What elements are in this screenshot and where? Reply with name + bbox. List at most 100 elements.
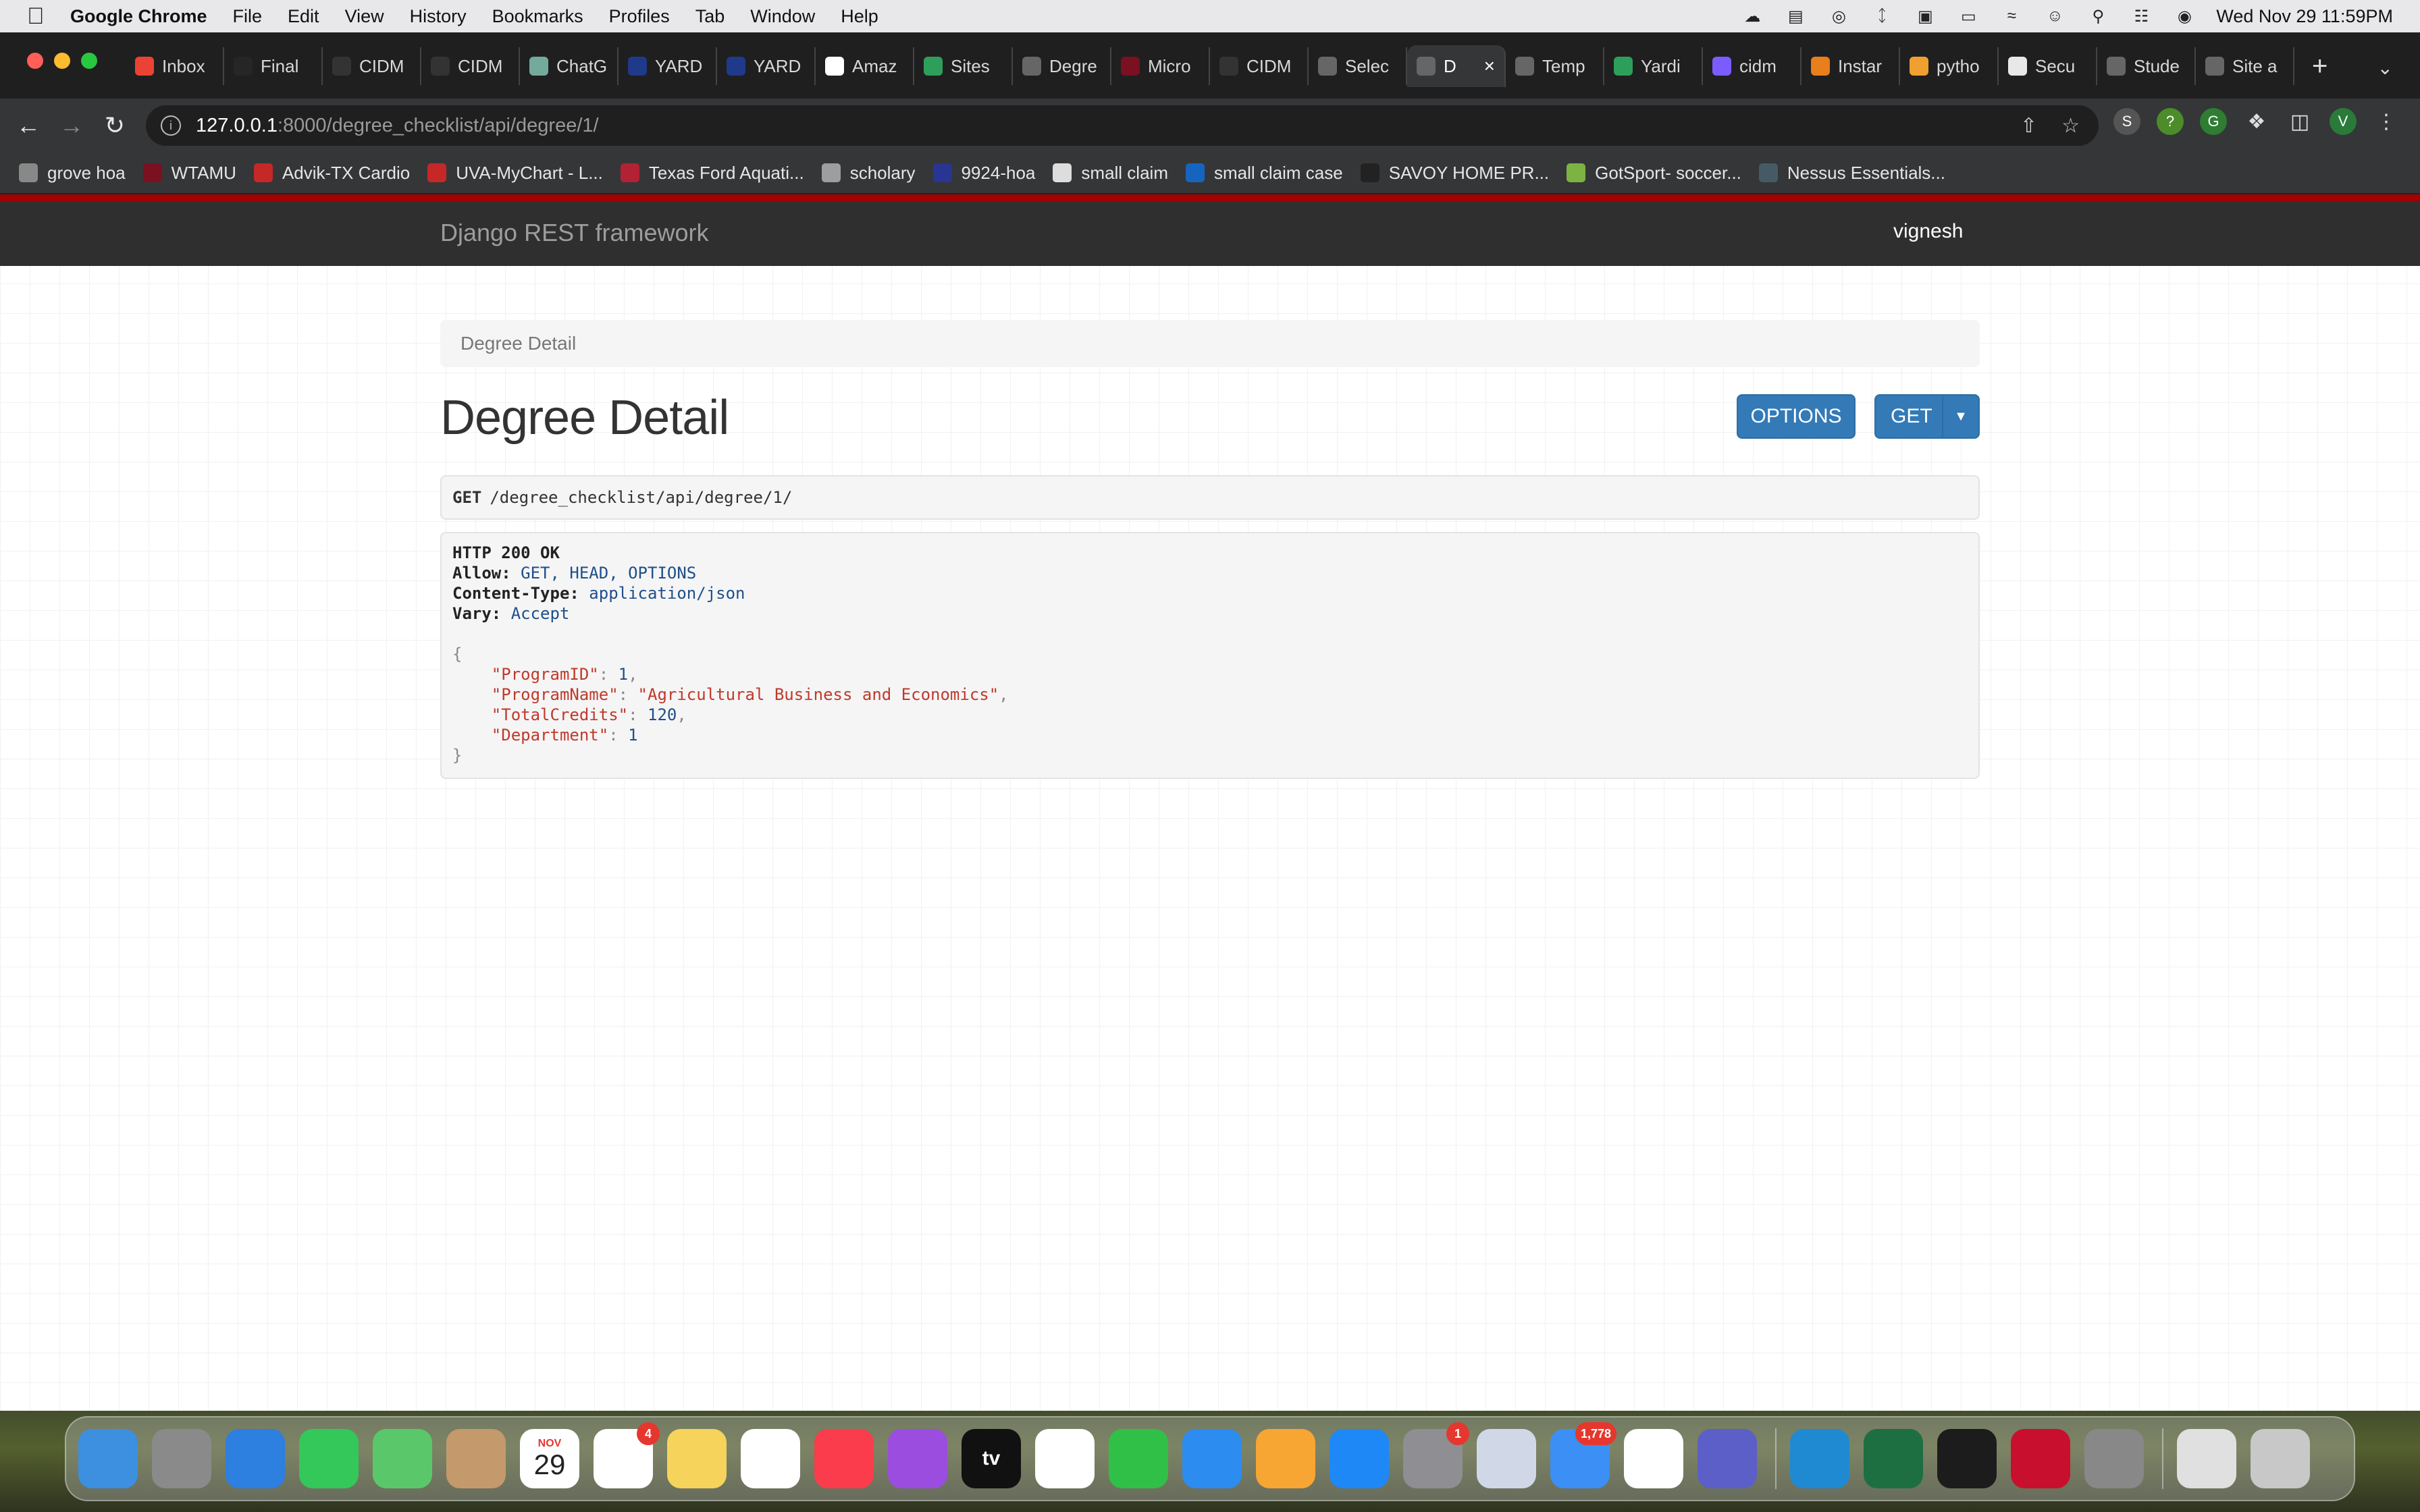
get-button[interactable]: GET ▼: [1874, 394, 1980, 439]
tab-search-chevron-icon[interactable]: ⌄: [2377, 57, 2393, 79]
browser-tab[interactable]: CIDM: [323, 47, 421, 85]
browser-tab[interactable]: cidm: [1703, 47, 1801, 85]
minimize-window-button[interactable]: [54, 53, 70, 69]
creative-cloud-icon[interactable]: ☁: [1741, 7, 1764, 26]
menu-profiles[interactable]: Profiles: [609, 6, 670, 27]
browser-tab[interactable]: Secu: [1999, 47, 2097, 85]
bookmark-item[interactable]: small claim case: [1185, 163, 1343, 184]
bookmark-item[interactable]: UVA-MyChart - L...: [427, 163, 603, 184]
tv-icon[interactable]: tv: [962, 1429, 1021, 1488]
airdrop-icon[interactable]: ◎: [1827, 7, 1850, 26]
reload-icon[interactable]: ↻: [93, 111, 136, 140]
keynote-icon[interactable]: [1182, 1429, 1242, 1488]
battery-meter-icon[interactable]: ▤: [1784, 7, 1807, 26]
user-icon[interactable]: ☺: [2043, 7, 2066, 25]
browser-tab[interactable]: YARD: [717, 47, 816, 85]
news-icon[interactable]: [1035, 1429, 1095, 1488]
menu-file[interactable]: File: [233, 6, 263, 27]
extension-help-icon[interactable]: ?: [2157, 108, 2184, 135]
bookmark-item[interactable]: grove hoa: [19, 163, 126, 184]
control-center-icon[interactable]: ☷: [2130, 7, 2153, 26]
bookmark-item[interactable]: WTAMU: [142, 163, 236, 184]
browser-tab[interactable]: Site a: [2196, 47, 2294, 85]
chrome-menu-icon[interactable]: ⋮: [2373, 108, 2400, 135]
menu-app-name[interactable]: Google Chrome: [70, 6, 207, 27]
keychain-icon[interactable]: [2084, 1429, 2144, 1488]
browser-tab[interactable]: Degre: [1013, 47, 1111, 85]
profile-avatar[interactable]: V: [2330, 108, 2357, 135]
menubar-clock[interactable]: Wed Nov 29 11:59PM: [2216, 6, 2393, 27]
bookmark-item[interactable]: Texas Ford Aquati...: [620, 163, 804, 184]
extension-grammarly-icon[interactable]: G: [2200, 108, 2227, 135]
browser-tab[interactable]: YARD: [619, 47, 717, 85]
new-tab-plus-icon[interactable]: +: [2312, 51, 2327, 82]
browser-tab[interactable]: Inbox: [126, 47, 224, 85]
browser-tab[interactable]: Amaz: [816, 47, 914, 85]
acrobat-icon[interactable]: [2011, 1429, 2070, 1488]
browser-tab[interactable]: CIDM: [421, 47, 520, 85]
browser-tab[interactable]: Stude: [2097, 47, 2196, 85]
share-icon[interactable]: ⇧: [2020, 114, 2037, 138]
menu-help[interactable]: Help: [841, 6, 878, 27]
browser-tab[interactable]: Micro: [1111, 47, 1210, 85]
apple-menu-icon[interactable]: : [27, 0, 47, 32]
extension-s-icon[interactable]: S: [2113, 108, 2140, 135]
chrome-icon[interactable]: [1624, 1429, 1683, 1488]
pages-icon[interactable]: [1256, 1429, 1315, 1488]
numbers-icon[interactable]: [1109, 1429, 1168, 1488]
browser-tab[interactable]: Instar: [1801, 47, 1900, 85]
teams-icon[interactable]: [1698, 1429, 1757, 1488]
bookmark-item[interactable]: SAVOY HOME PR...: [1360, 163, 1549, 184]
browser-tab[interactable]: Final: [224, 47, 323, 85]
battery-icon[interactable]: ▭: [1957, 7, 1980, 26]
browser-tab[interactable]: Yardi: [1604, 47, 1703, 85]
reminders-icon[interactable]: 4: [594, 1422, 660, 1488]
contacts-icon[interactable]: [446, 1429, 506, 1488]
extensions-puzzle-icon[interactable]: ❖: [2243, 108, 2270, 135]
spotlight-search-icon[interactable]: ⚲: [2086, 7, 2109, 26]
maps-icon[interactable]: [373, 1429, 432, 1488]
archive-icon[interactable]: [2177, 1429, 2236, 1488]
address-bar[interactable]: i 127.0.0.1 :8000/degree_checklist/api/d…: [146, 105, 2099, 146]
bookmark-item[interactable]: Advik-TX Cardio: [253, 163, 410, 184]
music-icon[interactable]: [814, 1429, 874, 1488]
bookmark-item[interactable]: 9924-hoa: [932, 163, 1035, 184]
bookmark-item[interactable]: scholary: [821, 163, 916, 184]
close-window-button[interactable]: [27, 53, 43, 69]
get-format-dropdown-caret-icon[interactable]: ▼: [1942, 396, 1978, 437]
menu-edit[interactable]: Edit: [288, 6, 319, 27]
menu-history[interactable]: History: [410, 6, 467, 27]
freeform-icon[interactable]: [741, 1429, 800, 1488]
siri-icon[interactable]: ◉: [2173, 7, 2196, 26]
excel-icon[interactable]: [1864, 1429, 1923, 1488]
bookmark-item[interactable]: GotSport- soccer...: [1567, 163, 1741, 184]
preview-icon[interactable]: [1477, 1429, 1536, 1488]
podcasts-icon[interactable]: [888, 1429, 947, 1488]
facetime-icon[interactable]: [299, 1429, 359, 1488]
bookmark-item[interactable]: small claim: [1053, 163, 1168, 184]
menu-tab[interactable]: Tab: [695, 6, 725, 27]
close-tab-icon[interactable]: ×: [1484, 55, 1495, 77]
bookmark-star-icon[interactable]: ☆: [2061, 114, 2080, 138]
site-info-icon[interactable]: i: [161, 115, 181, 136]
mail-icon[interactable]: 1,778: [1550, 1422, 1616, 1488]
bookmark-item[interactable]: Nessus Essentials...: [1758, 163, 1945, 184]
forward-arrow-icon[interactable]: →: [50, 111, 93, 140]
launchpad-icon[interactable]: [152, 1429, 211, 1488]
drf-user-menu[interactable]: vignesh: [1893, 220, 1963, 243]
menu-window[interactable]: Window: [750, 6, 815, 27]
zoom-window-button[interactable]: [81, 53, 97, 69]
browser-tab[interactable]: D ×: [1407, 45, 1506, 87]
browser-tab[interactable]: Selec: [1309, 47, 1407, 85]
menu-bookmarks[interactable]: Bookmarks: [492, 6, 583, 27]
calendar-icon[interactable]: NOV 29: [520, 1429, 579, 1488]
browser-tab[interactable]: CIDM: [1210, 47, 1309, 85]
notes-icon[interactable]: [667, 1429, 727, 1488]
options-button[interactable]: OPTIONS: [1737, 394, 1856, 439]
system-settings-icon[interactable]: 1: [1403, 1422, 1469, 1488]
vscode-icon[interactable]: [1790, 1429, 1849, 1488]
breadcrumb-item-degree-detail[interactable]: Degree Detail: [461, 333, 576, 354]
safari-icon[interactable]: [226, 1429, 285, 1488]
appstore-icon[interactable]: [1330, 1429, 1389, 1488]
back-arrow-icon[interactable]: ←: [7, 111, 50, 140]
